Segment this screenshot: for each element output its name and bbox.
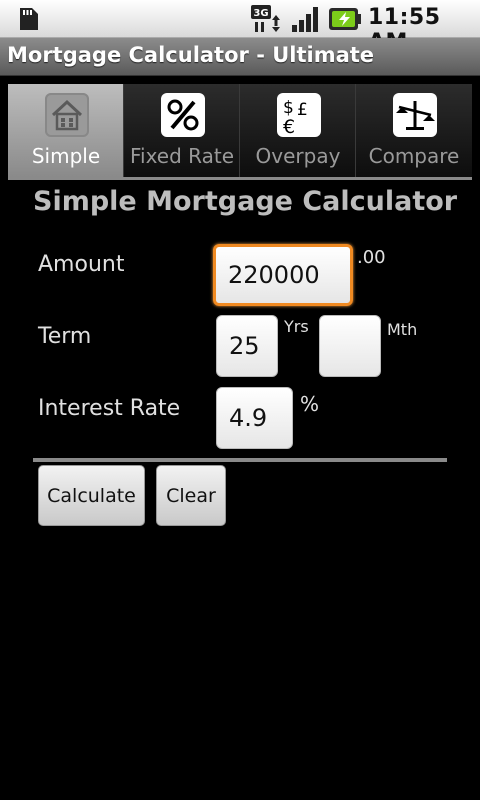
amount-decimal-suffix: .00 bbox=[357, 247, 386, 268]
tab-compare[interactable]: Compare bbox=[356, 84, 472, 177]
divider bbox=[33, 458, 447, 462]
tab-overpay[interactable]: $ £ € Overpay bbox=[240, 84, 356, 177]
app-title: Mortgage Calculator - Ultimate bbox=[7, 43, 375, 67]
tab-simple[interactable]: Simple bbox=[8, 84, 124, 177]
sd-card-icon bbox=[20, 8, 38, 30]
tab-overpay-label: Overpay bbox=[255, 144, 341, 168]
interest-rate-label: Interest Rate bbox=[38, 396, 181, 421]
amount-label: Amount bbox=[38, 252, 125, 277]
svg-text:$: $ bbox=[283, 98, 294, 118]
svg-text:£: £ bbox=[297, 100, 308, 120]
calculate-button[interactable]: Calculate bbox=[38, 465, 145, 526]
signal-icon bbox=[292, 7, 318, 32]
page-title: Simple Mortgage Calculator bbox=[33, 186, 458, 217]
tab-bar: Simple Fixed Rate $ £ € Overpay Compare bbox=[8, 84, 472, 180]
calculate-button-label: Calculate bbox=[47, 484, 136, 507]
term-years-suffix: Yrs bbox=[284, 317, 309, 336]
currency-icon: $ £ € bbox=[277, 93, 321, 138]
clear-button-label: Clear bbox=[166, 484, 216, 507]
network-label: 3G bbox=[253, 8, 268, 19]
term-months-suffix: Mth bbox=[387, 320, 418, 339]
scales-icon bbox=[393, 93, 437, 137]
percent-icon bbox=[161, 93, 205, 137]
tab-compare-label: Compare bbox=[368, 144, 460, 168]
interest-rate-value: 4.9 bbox=[229, 404, 268, 432]
3g-data-icon: 3G bbox=[251, 5, 280, 32]
house-icon bbox=[45, 93, 89, 137]
svg-text:€: € bbox=[283, 116, 295, 137]
interest-rate-input[interactable]: 4.9 bbox=[216, 387, 293, 449]
amount-input[interactable]: 220000 bbox=[213, 244, 353, 306]
term-months-input[interactable] bbox=[319, 315, 381, 377]
battery-charging-icon bbox=[329, 8, 361, 30]
tab-fixed-rate[interactable]: Fixed Rate bbox=[124, 84, 240, 177]
term-years-value: 25 bbox=[229, 332, 260, 360]
app-title-bar: Mortgage Calculator - Ultimate bbox=[0, 38, 480, 76]
amount-value: 220000 bbox=[228, 261, 320, 289]
term-years-input[interactable]: 25 bbox=[216, 315, 278, 377]
clear-button[interactable]: Clear bbox=[156, 465, 226, 526]
status-bar: 3G 11:55 AM bbox=[0, 0, 480, 55]
tab-simple-label: Simple bbox=[31, 144, 101, 168]
tab-fixed-rate-label: Fixed Rate bbox=[129, 144, 235, 168]
term-label: Term bbox=[38, 324, 92, 349]
interest-percent-suffix: % bbox=[300, 392, 320, 416]
